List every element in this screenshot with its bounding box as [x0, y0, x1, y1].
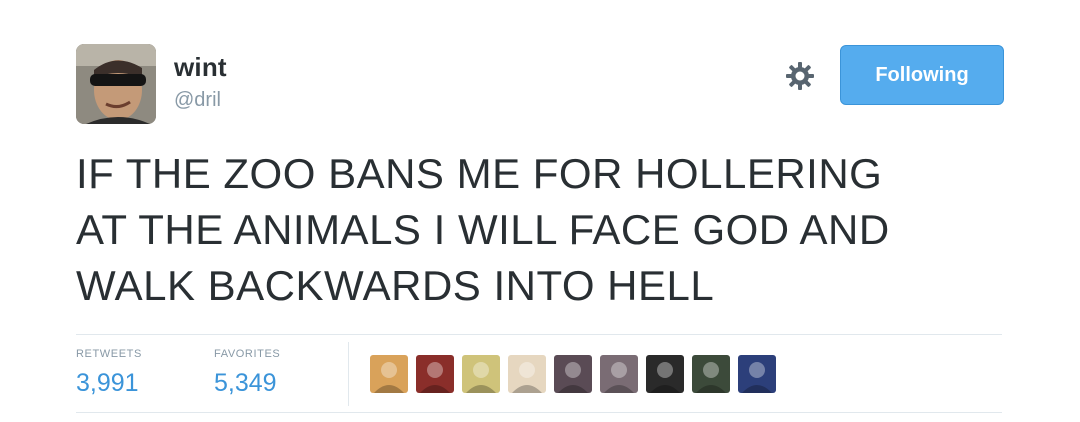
stats-divider	[348, 342, 349, 406]
tweet-text-line: AT THE ANIMALS I WILL FACE GOD AND	[76, 206, 890, 253]
retweets-stat[interactable]: RETWEETS 3,991	[76, 348, 142, 398]
favoriter-avatar-7[interactable]	[646, 355, 684, 393]
avatar-photo	[76, 44, 156, 124]
retweets-label: RETWEETS	[76, 348, 142, 360]
retweets-count[interactable]: 3,991	[76, 369, 142, 398]
tweet-text-line: IF THE ZOO BANS ME FOR HOLLERING	[76, 150, 883, 197]
favoriter-avatar-1[interactable]	[370, 355, 408, 393]
display-name[interactable]: wint	[174, 52, 227, 83]
divider	[76, 334, 1002, 335]
tweet-card: wint @dril Following IF THE ZOO BANS ME …	[0, 0, 1080, 422]
favorites-label: FAVORITES	[214, 348, 281, 360]
user-handle[interactable]: @dril	[174, 89, 221, 112]
favoriter-avatar-3[interactable]	[462, 355, 500, 393]
favorites-stat[interactable]: FAVORITES 5,349	[214, 348, 280, 398]
divider	[76, 412, 1002, 413]
favoriter-avatar-9[interactable]	[738, 355, 776, 393]
favoriter-avatar-8[interactable]	[692, 355, 730, 393]
tweet-text-line: WALK BACKWARDS INTO HELL	[76, 262, 715, 309]
tweet-text: IF THE ZOO BANS ME FOR HOLLERING AT THE …	[76, 146, 1036, 314]
following-button[interactable]: Following	[840, 45, 1004, 105]
favorites-count[interactable]: 5,349	[214, 369, 280, 398]
gear-icon[interactable]	[784, 60, 816, 92]
favoriter-avatar-5[interactable]	[554, 355, 592, 393]
favoriter-avatar-6[interactable]	[600, 355, 638, 393]
favoriter-avatar-4[interactable]	[508, 355, 546, 393]
user-avatar[interactable]	[76, 44, 156, 124]
favoriter-avatar-2[interactable]	[416, 355, 454, 393]
